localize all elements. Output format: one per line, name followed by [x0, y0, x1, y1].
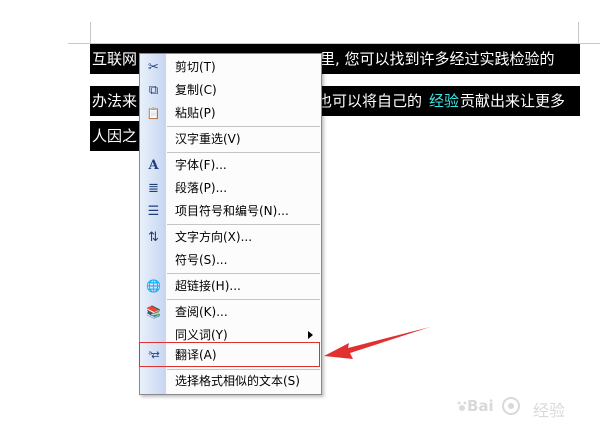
bullets-icon: ☰: [147, 204, 160, 219]
menu-item-label: 超链接(H)...: [175, 279, 241, 293]
menu-item-reconvert[interactable]: 汉字重选(V): [140, 128, 321, 151]
annotation-highlight-box: [139, 342, 320, 367]
menu-item-text-direction[interactable]: ⇅ 文字方向(X)...: [140, 226, 321, 249]
text-fragment: 办法来: [92, 92, 138, 110]
menu-item-label: 汉字重选(V): [175, 132, 241, 146]
copy-icon: ⧉: [148, 83, 159, 98]
text-fragment: 贡献出来让更多: [460, 92, 566, 110]
lookup-icon: 📚: [146, 305, 161, 319]
highlighted-word: 经验: [429, 92, 460, 110]
paste-icon: 📋: [146, 107, 161, 120]
menu-separator: [167, 126, 320, 127]
paragraph-icon: ≣: [148, 181, 159, 196]
menu-item-label: 选择格式相似的文本(S): [175, 374, 300, 388]
menu-item-hyperlink[interactable]: 🌐 超链接(H)...: [140, 275, 321, 298]
menu-item-bullets-numbering[interactable]: ☰ 项目符号和编号(N)...: [140, 200, 321, 223]
margin-guide-right: [578, 22, 579, 44]
menu-item-lookup[interactable]: 📚 查阅(K)...: [140, 301, 321, 324]
menu-item-label: 文字方向(X)...: [175, 230, 253, 244]
text-fragment: 也可以将自己的: [317, 92, 423, 110]
watermark: Bai 经验: [457, 392, 587, 426]
menu-item-label: 复制(C): [175, 83, 217, 97]
text-direction-icon: ⇅: [148, 230, 159, 245]
menu-item-paste[interactable]: 📋 粘贴(P): [140, 102, 321, 125]
menu-item-paragraph[interactable]: ≣ 段落(P)...: [140, 177, 321, 200]
document-text-line[interactable]: 人因之: [90, 121, 146, 151]
menu-item-label: 查阅(K)...: [175, 305, 228, 319]
menu-separator: [167, 152, 320, 153]
annotation-arrow-icon: [324, 327, 430, 359]
menu-item-label: 项目符号和编号(N)...: [175, 204, 289, 218]
hyperlink-icon: 🌐: [146, 279, 161, 293]
watermark-logo-icon: [502, 397, 520, 415]
menu-separator: [167, 299, 320, 300]
menu-item-label: 符号(S)...: [175, 253, 228, 267]
text-fragment: 互联网: [92, 50, 138, 68]
menu-separator: [167, 224, 320, 225]
watermark-paw-icon: [457, 401, 467, 411]
font-icon: A: [148, 158, 159, 173]
menu-item-copy[interactable]: ⧉ 复制(C): [140, 79, 321, 102]
menu-item-label: 字体(F)...: [175, 158, 227, 172]
menu-item-symbol[interactable]: 符号(S)...: [140, 249, 321, 272]
watermark-text: Bai: [467, 397, 494, 415]
margin-guide-left: [90, 22, 91, 44]
menu-item-select-similar-formatting[interactable]: 选择格式相似的文本(S): [140, 370, 321, 393]
menu-item-label: 粘贴(P): [175, 106, 216, 120]
text-fragment: 人因之: [92, 127, 138, 145]
text-fragment: 里, 您可以找到许多经过实践检验的: [320, 50, 555, 68]
submenu-arrow-icon: [308, 331, 313, 339]
cut-icon: ✂: [148, 60, 159, 75]
menu-separator: [167, 273, 320, 274]
watermark-subtext: 经验: [533, 401, 566, 420]
menu-item-label: 段落(P)...: [175, 181, 228, 195]
menu-item-font[interactable]: A 字体(F)...: [140, 154, 321, 177]
menu-item-label: 剪切(T): [175, 60, 216, 74]
menu-item-cut[interactable]: ✂ 剪切(T): [140, 56, 321, 79]
